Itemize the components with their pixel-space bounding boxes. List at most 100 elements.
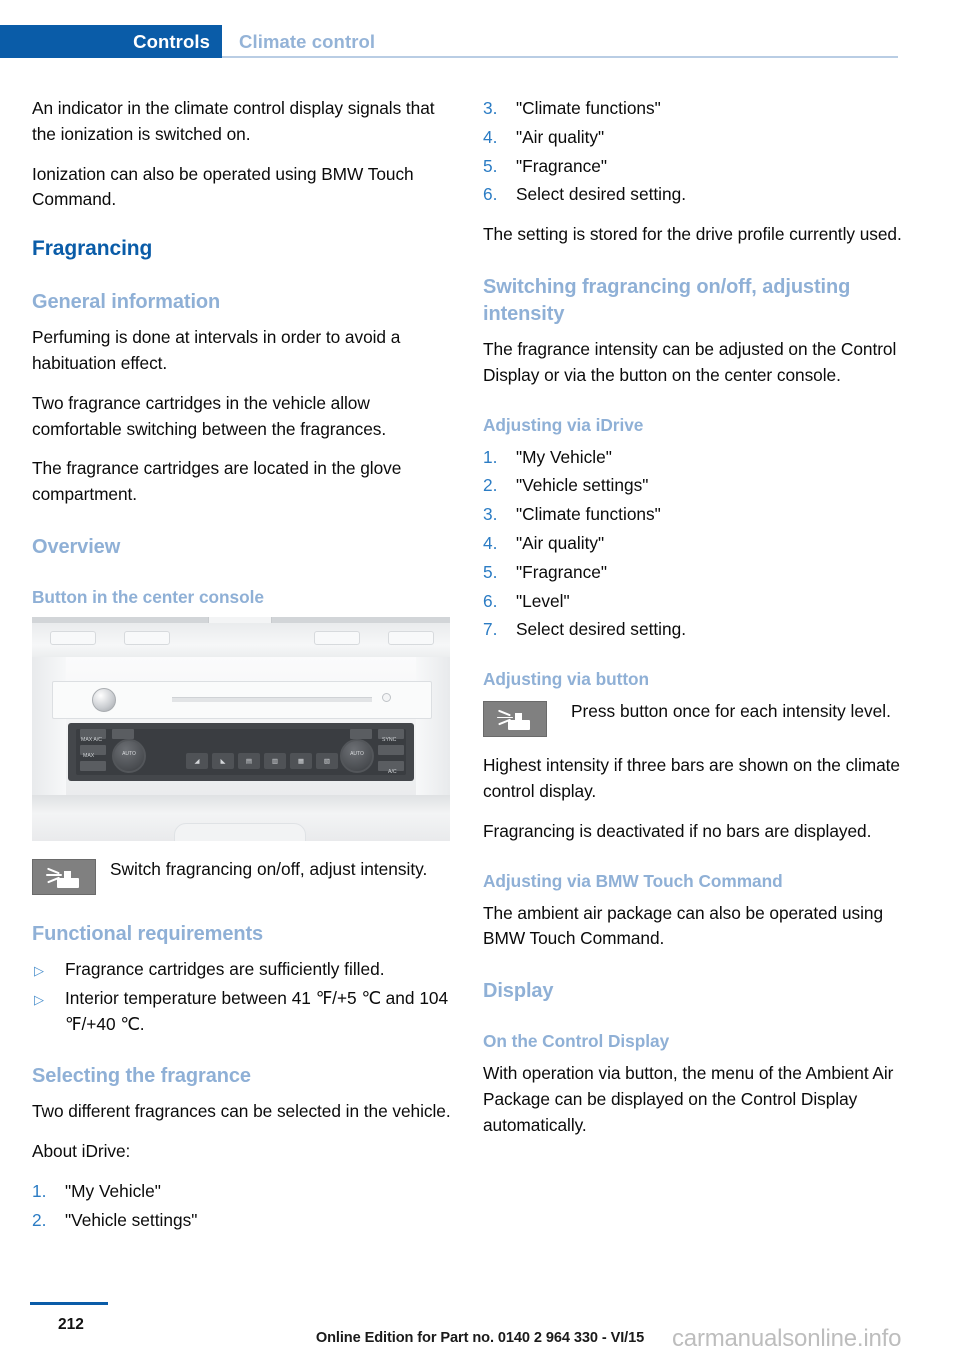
footer-divider <box>30 1302 108 1305</box>
step-text: "Air quality" <box>516 126 605 147</box>
step-text: "Fragrance" <box>516 561 608 582</box>
fan-icon: ◢ <box>194 757 200 765</box>
paragraph-two-fragrances: Two different fragrances can be selected… <box>32 1101 451 1122</box>
temperature-dial-right: AUTO <box>340 738 374 773</box>
auto-label-left: AUTO <box>122 750 136 757</box>
step-text: "Climate functions" <box>516 504 661 525</box>
max-defrost-label: MAX <box>83 752 95 759</box>
fragrance-ray-2 <box>46 874 62 877</box>
fragrance-button-legend-left: Switch fragrancing on/off, adjust intens… <box>32 857 452 895</box>
paragraph-with-operation-via-button: With operation via button, the menu of t… <box>483 1063 894 1135</box>
step-number: 2. <box>483 475 498 496</box>
step-number: 6. <box>483 590 498 611</box>
fragrance-button-legend-right: Press button once for each intensity lev… <box>483 699 903 738</box>
phone-button <box>350 728 372 739</box>
fragrance-button-caption: Switch fragrancing on/off, adjust intens… <box>110 858 428 879</box>
triangle-bullet-icon: ▷ <box>34 991 44 1007</box>
requirement-text: Interior temperature between 41 ℉/+5 ℃ a… <box>65 987 449 1034</box>
recirculation-button <box>112 728 134 739</box>
air-vent-1 <box>50 630 96 645</box>
step-text: "Fragrance" <box>516 155 608 176</box>
step-number: 4. <box>483 532 498 553</box>
step-number: 5. <box>483 155 498 176</box>
seat-icon-4: ▧ <box>323 757 331 765</box>
heading-adjusting-via-button: Adjusting via button <box>483 669 650 690</box>
ac-label: A/C <box>388 768 397 775</box>
fragrance-ray-1 <box>47 867 60 874</box>
list-item: 3. "Climate functions" <box>483 96 903 122</box>
cd-slot <box>172 696 372 702</box>
step-number: 2. <box>32 1209 47 1230</box>
fragrance-ray-2 <box>497 716 513 719</box>
step-number: 5. <box>483 561 498 582</box>
step-text: "My Vehicle" <box>516 446 612 467</box>
dashboard-top-notch <box>208 616 272 623</box>
list-item: 6. "Level" <box>483 589 903 615</box>
select-fragrance-steps-continued: 3. "Climate functions" 4. "Air quality" … <box>483 96 903 208</box>
list-item: 2. "Vehicle settings" <box>483 473 903 499</box>
temperature-dial-left: AUTO <box>112 738 146 773</box>
heading-overview: Overview <box>32 535 121 558</box>
fragrance-cartridge-body <box>508 720 530 731</box>
rear-button-right <box>378 744 404 755</box>
air-vent-4 <box>388 630 434 645</box>
rear-defrost-button-left <box>80 760 106 771</box>
right-column: 3. "Climate functions" 4. "Air quality" … <box>483 96 903 1153</box>
step-text: "My Vehicle" <box>65 1180 161 1201</box>
list-item: 4. "Air quality" <box>483 531 903 557</box>
heading-button-center-console: Button in the center console <box>32 586 264 607</box>
step-number: 3. <box>483 98 498 118</box>
step-text: "Air quality" <box>516 532 605 553</box>
step-text: "Level" <box>516 590 570 611</box>
heading-switching-fragrancing: Switching fragrancing on/off, adjusting … <box>483 275 851 325</box>
adjusting-idrive-steps: 1. "My Vehicle" 2. "Vehicle settings" 3.… <box>483 445 903 644</box>
breadcrumb-chapter: Controls <box>133 31 210 52</box>
center-console-photo: MAX A/C MAX AUTO ◢ ◣ ▤ ▥ ▦ ▧ AUTO SYNC A… <box>32 616 450 841</box>
heading-on-the-control-display: On the Control Display <box>483 1031 670 1052</box>
auto-label-right: AUTO <box>350 750 364 757</box>
air-vent-2 <box>124 630 170 645</box>
heading-adjusting-via-idrive: Adjusting via iDrive <box>483 414 644 435</box>
step-number: 3. <box>483 504 498 525</box>
step-text: "Vehicle settings" <box>516 475 649 496</box>
list-item: 5. "Fragrance" <box>483 560 903 586</box>
page-header: Controls Climate control <box>0 0 960 62</box>
air-vent-3 <box>314 630 360 645</box>
cd-eject-knob <box>92 687 116 712</box>
step-text: "Climate functions" <box>516 98 661 118</box>
fragrance-ray-1 <box>498 709 511 717</box>
paragraph-indicator: An indicator in the climate control disp… <box>32 98 435 144</box>
requirement-text: Fragrance cartridges are sufficiently fi… <box>65 958 385 979</box>
fragrance-button-icon <box>483 701 547 738</box>
paragraph-highest-intensity: Highest intensity if three bars are show… <box>483 755 900 801</box>
site-watermark: carmanualsonline.info <box>672 1325 902 1352</box>
list-item: 6. Select desired setting. <box>483 182 903 208</box>
paragraph-ambient-air-package: The ambient air package can also be oper… <box>483 902 884 949</box>
step-number: 1. <box>32 1180 47 1201</box>
climate-control-panel: MAX A/C MAX AUTO ◢ ◣ ▤ ▥ ▦ ▧ AUTO SYNC A… <box>68 722 414 781</box>
paragraph-two-cartridges: Two fragrance cartridges in the vehicle … <box>32 392 387 439</box>
triangle-bullet-icon: ▷ <box>34 962 44 978</box>
max-ac-label: MAX A/C <box>81 736 103 743</box>
list-item: 1. "My Vehicle" <box>32 1179 452 1205</box>
header-divider <box>222 56 898 58</box>
step-number: 4. <box>483 126 498 147</box>
seat-icon-1: ▤ <box>245 757 253 765</box>
step-text: Select desired setting. <box>516 184 687 205</box>
list-item: 3. "Climate functions" <box>483 502 903 528</box>
paragraph-deactivated: Fragrancing is deactivated if no bars ar… <box>483 820 872 841</box>
list-item: 5. "Fragrance" <box>483 154 903 180</box>
step-number: 7. <box>483 619 498 640</box>
sync-label: SYNC <box>382 736 397 743</box>
cd-indicator-dot <box>382 692 391 702</box>
seat-icon-3: ▦ <box>297 757 305 765</box>
list-item: 1. "My Vehicle" <box>483 445 903 471</box>
heading-general-information: General information <box>32 291 221 314</box>
breadcrumb-section: Climate control <box>239 31 376 52</box>
fragrance-cartridge-body <box>57 877 79 888</box>
seat-heat-icon-left: ◣ <box>220 757 226 765</box>
heading-functional-requirements: Functional requirements <box>32 922 264 945</box>
list-item: 4. "Air quality" <box>483 125 903 151</box>
paragraph-ionization-touch-command: Ionization can also be operated using BM… <box>32 163 414 210</box>
heading-adjusting-via-touch-command: Adjusting via BMW Touch Command <box>483 870 783 891</box>
